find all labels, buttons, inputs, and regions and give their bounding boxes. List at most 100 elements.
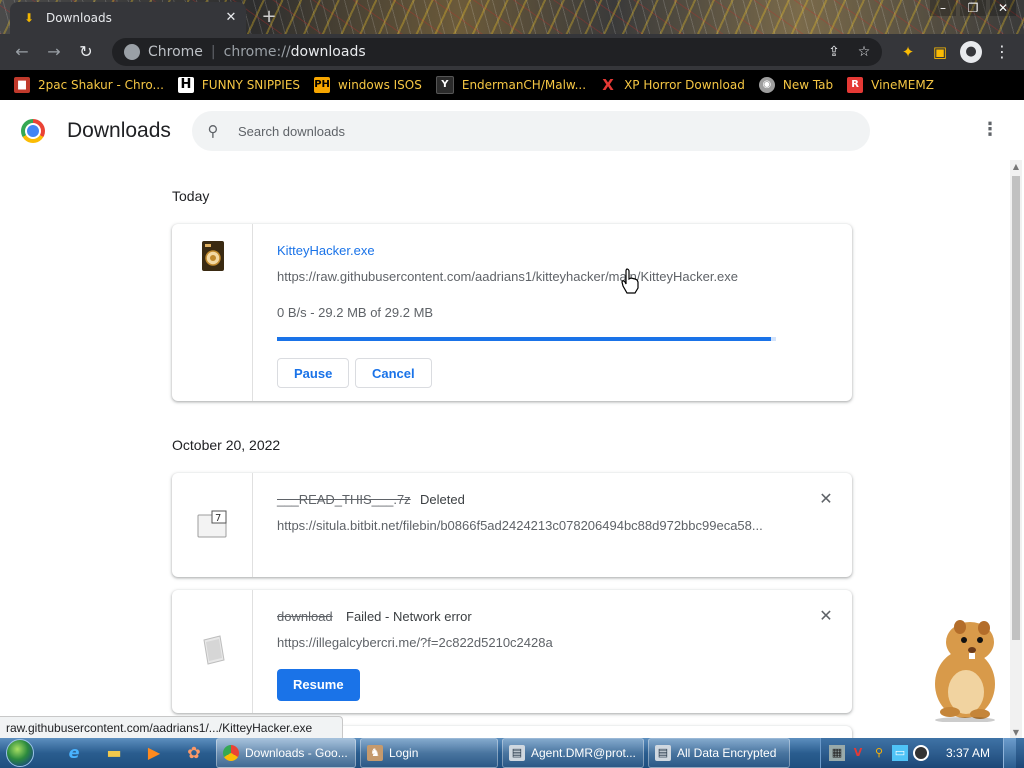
taskbar-clock[interactable]: 3:37 AM (946, 746, 990, 760)
antivirus-tray-icon[interactable]: V (850, 745, 866, 761)
bookmark-star-icon[interactable]: ☆ (852, 44, 876, 60)
window-controls: – ❐ ✕ (930, 0, 1016, 18)
record-tray-icon[interactable] (912, 745, 929, 761)
download-progress-fill (277, 337, 771, 341)
bookmark-endermanch[interactable]: Y EndermanCH/Malw... (435, 76, 587, 94)
internet-explorer-icon[interactable]: e (56, 740, 92, 766)
scroll-up-arrow-icon[interactable]: ▲ (1010, 160, 1022, 174)
resume-button[interactable]: Resume (277, 669, 360, 701)
link-status-bubble: raw.githubusercontent.com/aadrians1/.../… (0, 716, 344, 739)
bookmark-windows-isos[interactable]: PH windows ISOS (314, 77, 422, 93)
url-scheme: chrome:// (223, 44, 291, 60)
page-title: Downloads (67, 119, 171, 142)
bookmark-vinememz[interactable]: R VineMEMZ (847, 77, 934, 93)
bookmark-favicon-icon: ▆ (14, 77, 30, 93)
new-tab-button[interactable]: + (258, 6, 280, 28)
taskbar-item-agent-dmr[interactable]: ▤ Agent.DMR@prot... (502, 738, 644, 768)
download-status: Failed - Network error (346, 609, 472, 624)
bookmark-label: EndermanCH/Malw... (461, 78, 587, 92)
address-bar[interactable]: Chrome | chrome://downloads ⇪ ☆ (112, 38, 882, 66)
app-launcher-icon[interactable]: ✿ (176, 740, 212, 766)
system-tray: ▦ V ⚲ ▭ 3:37 AM (819, 738, 1024, 768)
profile-avatar-icon[interactable]: ● (960, 41, 982, 63)
reload-icon[interactable]: ↻ (72, 38, 100, 66)
back-arrow-icon[interactable]: ← (8, 38, 36, 66)
window-app-icon: ▤ (655, 745, 671, 761)
download-status: Deleted (420, 492, 465, 507)
file-explorer-icon[interactable]: ▬ (96, 740, 132, 766)
bookmark-2pac[interactable]: ▆ 2pac Shakur - Chro... (14, 77, 164, 93)
bookmark-favicon-icon: Y (435, 76, 454, 94)
file-name-failed: download (277, 609, 333, 624)
tray-app-icon[interactable]: ▦ (828, 745, 845, 761)
generic-file-icon (203, 635, 225, 665)
bookmark-favicon-icon: R (847, 77, 864, 93)
7z-archive-icon: 7 (197, 510, 227, 538)
download-progress-text: 0 B/s - 29.2 MB of 29.2 MB (277, 305, 434, 320)
taskbar-item-all-data-encrypted[interactable]: ▤ All Data Encrypted (648, 738, 790, 768)
bookmark-favicon-icon: PH (314, 77, 331, 93)
show-desktop-button[interactable] (1003, 738, 1016, 768)
taskbar-item-chrome-downloads[interactable]: Downloads - Goo... (216, 738, 356, 768)
file-name-link[interactable]: KitteyHacker.exe (277, 243, 375, 258)
bookmarks-bar: ▆ 2pac Shakur - Chro... H FUNNY SNIPPIES… (0, 70, 1024, 100)
address-separator: | (210, 44, 216, 60)
file-source-url[interactable]: https://illegalcybercri.me/?f=2c822d5210… (277, 635, 553, 650)
close-window-button[interactable]: ✕ (990, 0, 1016, 16)
section-date-oct-20: October 20, 2022 (172, 437, 281, 453)
cancel-button[interactable]: Cancel (355, 358, 432, 388)
file-source-url[interactable]: https://situla.bitbit.net/filebin/b0866f… (277, 518, 763, 533)
tab-downloads[interactable]: ⬇ Downloads ✕ (10, 2, 246, 34)
taskbar-item-label: Agent.DMR@prot... (531, 746, 636, 760)
chrome-logo-icon (21, 119, 45, 143)
section-date-today: Today (172, 188, 210, 204)
bookmark-favicon-icon: H (177, 77, 194, 93)
file-icon-column (172, 590, 253, 713)
side-panel-icon[interactable]: ▣ (928, 40, 952, 64)
download-progress-bar (277, 337, 776, 341)
download-icon: ⬇ (23, 11, 35, 25)
file-name-deleted: ___READ_THIS___.7z (277, 492, 411, 507)
scrollbar-thumb[interactable] (1012, 176, 1020, 640)
bookmark-funny-snippies[interactable]: H FUNNY SNIPPIES (177, 77, 301, 93)
bookmark-label: FUNNY SNIPPIES (201, 78, 301, 92)
forward-arrow-icon[interactable]: → (40, 38, 68, 66)
minimize-button[interactable]: – (930, 0, 956, 16)
download-item-download: download Failed - Network error https://… (172, 590, 852, 713)
windows-logo-icon (6, 739, 34, 767)
search-tray-icon[interactable]: ⚲ (871, 745, 887, 761)
extensions-icon[interactable]: ✦ (896, 40, 920, 64)
taskbar-item-label: Login (389, 746, 419, 760)
share-icon[interactable]: ⇪ (822, 44, 846, 60)
remove-from-list-icon[interactable]: ✕ (818, 608, 834, 624)
bookmark-label: windows ISOS (338, 78, 422, 92)
taskbar-item-label: All Data Encrypted (677, 746, 777, 760)
browser-menu-icon[interactable]: ⋮ (990, 40, 1014, 64)
search-downloads-box[interactable]: ⚲ (192, 111, 870, 151)
start-button[interactable] (0, 738, 40, 768)
exe-file-icon (202, 241, 224, 271)
login-app-icon: ♞ (367, 745, 383, 761)
bookmark-xp-horror[interactable]: X XP Horror Download (600, 77, 745, 93)
display-tray-icon[interactable]: ▭ (891, 745, 908, 761)
page-scrollbar[interactable]: ▲ ▼ (1010, 160, 1022, 740)
bookmark-label: New Tab (782, 78, 834, 92)
more-actions-icon[interactable]: ⋮ (980, 120, 1000, 140)
media-player-icon[interactable]: ▶ (136, 740, 172, 766)
taskbar-item-login[interactable]: ♞ Login (360, 738, 498, 768)
download-item-read-this: 7 ___READ_THIS___.7z Deleted https://sit… (172, 473, 852, 577)
hamster-desktop-pet-icon (935, 620, 995, 722)
window-app-icon: ▤ (509, 745, 525, 761)
bookmark-favicon-icon: X (602, 76, 614, 94)
file-source-url[interactable]: https://raw.githubusercontent.com/aadria… (277, 269, 738, 284)
bookmark-label: XP Horror Download (624, 78, 745, 92)
remove-from-list-icon[interactable]: ✕ (818, 491, 834, 507)
pause-button[interactable]: Pause (277, 358, 350, 388)
file-icon-column (172, 224, 253, 401)
search-input[interactable] (236, 122, 840, 140)
close-tab-icon[interactable]: ✕ (222, 9, 240, 27)
bookmark-new-tab[interactable]: ◉ New Tab (758, 77, 834, 93)
maximize-button[interactable]: ❐ (960, 0, 986, 16)
url-host: downloads (290, 44, 366, 60)
hand-cursor-icon (621, 268, 639, 294)
